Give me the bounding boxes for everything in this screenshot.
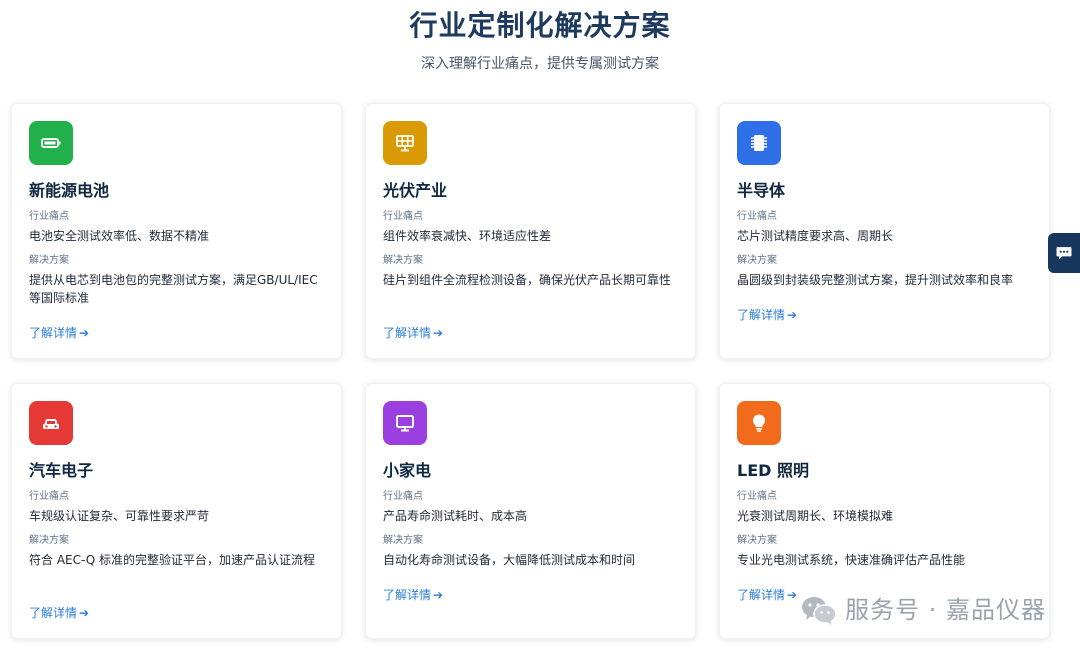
pain-text: 电池安全测试效率低、数据不精准: [29, 229, 210, 243]
card-title: 汽车电子: [29, 461, 94, 480]
arrow-right-icon: ➔: [433, 588, 444, 602]
card-title: 光伏产业: [383, 181, 448, 200]
card-photovoltaic: 光伏产业 行业痛点 组件效率衰减快、环境适应性差 解决方案 硅片到组件全流程检测…: [365, 103, 696, 359]
card-small-appliances: 小家电 行业痛点 产品寿命测试耗时、成本高 解决方案 自动化寿命测试设备，大幅降…: [365, 383, 696, 639]
solution-text: 自动化寿命测试设备，大幅降低测试成本和时间: [383, 553, 636, 567]
learn-more-label: 了解详情: [29, 606, 78, 620]
solution-label: 解决方案: [737, 535, 777, 546]
learn-more-label: 了解详情: [383, 588, 432, 602]
card-automotive-electronics: 汽车电子 行业痛点 车规级认证复杂、可靠性要求严苛 解决方案 符合 AEC-Q …: [11, 383, 342, 639]
solution-text: 专业光电测试系统，快速准确评估产品性能: [737, 553, 966, 567]
learn-more-link[interactable]: 了解详情 ➔: [29, 324, 89, 342]
wechat-icon: [802, 597, 837, 625]
pain-label: 行业痛点: [29, 491, 69, 502]
solution-text: 提供从电芯到电池包的完整测试方案，满足GB/UL/IEC 等国际标准: [29, 273, 318, 305]
learn-more-link[interactable]: 了解详情 ➔: [383, 324, 443, 342]
card-new-energy-battery: 新能源电池 行业痛点 电池安全测试效率低、数据不精准 解决方案 提供从电芯到电池…: [11, 103, 342, 359]
solution-label: 解决方案: [29, 535, 69, 546]
arrow-right-icon: ➔: [79, 606, 90, 620]
chat-button[interactable]: [1048, 233, 1080, 273]
section-title: 行业定制化解决方案: [409, 9, 671, 42]
chat-icon: [1056, 247, 1072, 260]
solution-text: 硅片到组件全流程检测设备，确保光伏产品长期可靠性: [383, 273, 672, 287]
learn-more-label: 了解详情: [737, 308, 786, 322]
learn-more-label: 了解详情: [383, 326, 432, 340]
car-icon: [29, 401, 73, 445]
solution-text: 晶圆级到封装级完整测试方案，提升测试效率和良率: [737, 273, 1014, 287]
learn-more-link[interactable]: 了解详情 ➔: [737, 586, 797, 604]
pain-label: 行业痛点: [383, 211, 423, 222]
learn-more-link[interactable]: 了解详情 ➔: [383, 586, 443, 604]
solution-label: 解决方案: [383, 255, 423, 266]
pain-label: 行业痛点: [737, 491, 777, 502]
solar-panel-icon: [383, 121, 427, 165]
lightbulb-icon: [737, 401, 781, 445]
solution-label: 解决方案: [383, 535, 423, 546]
card-title: LED 照明: [737, 461, 809, 480]
learn-more-link[interactable]: 了解详情 ➔: [29, 604, 89, 622]
solution-label: 解决方案: [29, 255, 69, 266]
card-title: 新能源电池: [29, 181, 110, 200]
learn-more-link[interactable]: 了解详情 ➔: [737, 306, 797, 324]
learn-more-label: 了解详情: [737, 588, 786, 602]
monitor-icon: [383, 401, 427, 445]
pain-text: 芯片测试精度要求高、周期长: [737, 229, 894, 243]
pain-label: 行业痛点: [383, 491, 423, 502]
card-title: 半导体: [737, 181, 786, 200]
arrow-right-icon: ➔: [79, 326, 90, 340]
pain-text: 车规级认证复杂、可靠性要求严苛: [29, 509, 210, 523]
chip-icon: [737, 121, 781, 165]
solution-label: 解决方案: [737, 255, 777, 266]
battery-icon: [29, 121, 73, 165]
arrow-right-icon: ➔: [787, 588, 798, 602]
pain-text: 光衰测试周期长、环境模拟难: [737, 509, 894, 523]
card-semiconductor: 半导体 行业痛点 芯片测试精度要求高、周期长 解决方案 晶圆级到封装级完整测试方…: [719, 103, 1050, 359]
arrow-right-icon: ➔: [433, 326, 444, 340]
watermark: 服务号 · 嘉品仪器: [799, 594, 1046, 626]
solution-text: 符合 AEC-Q 标准的完整验证平台，加速产品认证流程: [29, 553, 316, 567]
arrow-right-icon: ➔: [787, 308, 798, 322]
watermark-text: 服务号 · 嘉品仪器: [845, 596, 1046, 624]
pain-text: 产品寿命测试耗时、成本高: [383, 509, 528, 523]
pain-label: 行业痛点: [737, 211, 777, 222]
learn-more-label: 了解详情: [29, 326, 78, 340]
card-title: 小家电: [383, 461, 432, 480]
pain-label: 行业痛点: [29, 211, 69, 222]
section-subtitle: 深入理解行业痛点，提供专属测试方案: [421, 56, 659, 72]
pain-text: 组件效率衰减快、环境适应性差: [383, 229, 552, 243]
